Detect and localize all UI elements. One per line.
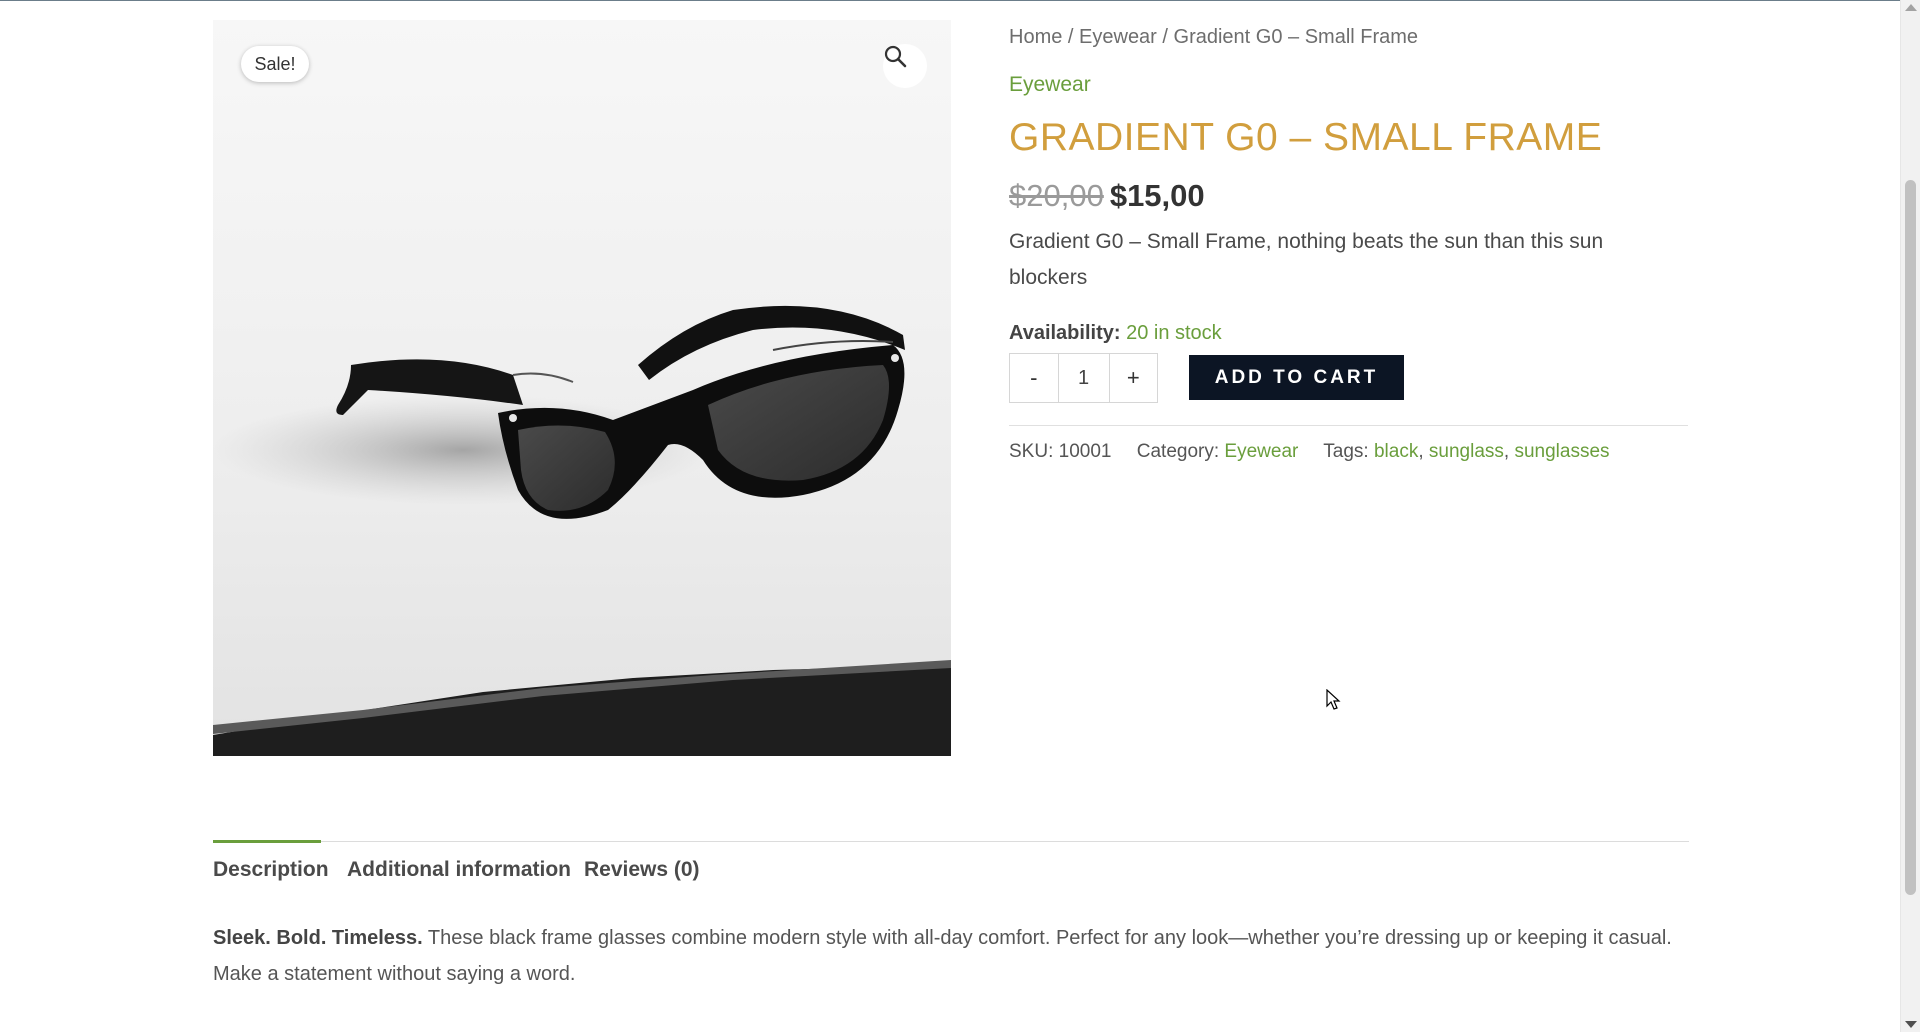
product-short-description: Gradient G0 – Small Frame, nothing beats…: [1009, 230, 1604, 289]
breadcrumb: Home / Eyewear / Gradient G0 – Small Fra…: [1009, 26, 1418, 49]
tab-additional-information[interactable]: Additional information: [347, 858, 571, 882]
window-top-border: [0, 0, 1901, 1]
quantity-input[interactable]: [1057, 354, 1110, 402]
description-body: These black frame glasses combine modern…: [213, 927, 1672, 985]
sunglasses-photo: [213, 305, 951, 756]
quantity-minus-button[interactable]: -: [1010, 354, 1058, 402]
tag-separator: ,: [1418, 441, 1429, 462]
tag-link[interactable]: sunglass: [1429, 441, 1504, 462]
price-original: $20,00: [1009, 178, 1104, 213]
mouse-cursor-icon: [1326, 689, 1341, 710]
product-meta: SKU: 10001 Category: Eyewear Tags: black…: [1009, 441, 1610, 463]
description-lead: Sleek. Bold. Timeless.: [213, 927, 423, 949]
availability: Availability: 20 in stock: [1009, 322, 1222, 345]
breadcrumb-category[interactable]: Eyewear: [1079, 26, 1157, 48]
product-image[interactable]: Sale!: [213, 20, 951, 756]
price-sale: $15,00: [1109, 178, 1205, 213]
category-label: Category:: [1136, 441, 1220, 462]
summary-divider: [1009, 425, 1688, 426]
breadcrumb-home[interactable]: Home: [1009, 26, 1062, 48]
description-content: Sleek. Bold. Timeless. These black frame…: [213, 920, 1683, 992]
tag-link[interactable]: sunglasses: [1514, 441, 1609, 462]
product-category-link[interactable]: Eyewear: [1009, 73, 1091, 97]
tabs-border: [213, 841, 1689, 842]
tag-link[interactable]: black: [1374, 441, 1418, 462]
vertical-scrollbar[interactable]: [1900, 0, 1920, 1032]
quantity-stepper: - +: [1009, 353, 1158, 403]
tag-separator: ,: [1503, 441, 1515, 462]
tab-description[interactable]: Description: [213, 858, 329, 882]
sku-label: SKU:: [1009, 441, 1054, 462]
breadcrumb-separator: /: [1062, 26, 1080, 48]
tab-reviews[interactable]: Reviews (0): [584, 858, 700, 882]
zoom-button[interactable]: [883, 44, 927, 88]
product-title: GRADIENT G0 – SMALL FRAME: [1009, 116, 1603, 159]
sale-badge: Sale!: [241, 46, 309, 82]
scroll-up-arrow-icon[interactable]: [1905, 4, 1917, 11]
breadcrumb-separator: /: [1156, 26, 1174, 48]
availability-value: 20 in stock: [1126, 322, 1222, 344]
scrollbar-thumb[interactable]: [1905, 180, 1916, 895]
tags-label: Tags:: [1323, 441, 1369, 462]
quantity-plus-button[interactable]: +: [1110, 354, 1158, 402]
sku-value: 10001: [1058, 441, 1112, 462]
availability-label: Availability:: [1009, 322, 1121, 344]
product-price: $20,00 $15,00: [1009, 178, 1205, 214]
category-link[interactable]: Eyewear: [1224, 441, 1298, 462]
scroll-down-arrow-icon[interactable]: [1905, 1021, 1917, 1028]
breadcrumb-current: Gradient G0 – Small Frame: [1173, 26, 1419, 48]
active-tab-indicator: [213, 840, 321, 843]
add-to-cart-button[interactable]: ADD TO CART: [1189, 355, 1404, 400]
magnifier-icon: [884, 45, 907, 68]
